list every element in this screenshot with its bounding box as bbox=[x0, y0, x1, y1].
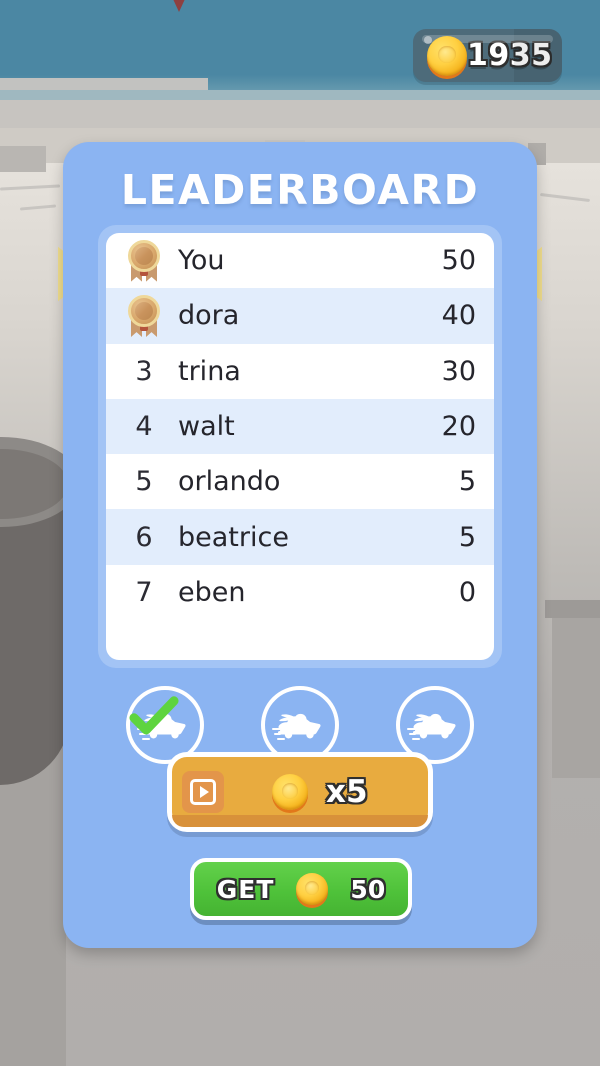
player-name: dora bbox=[172, 300, 420, 331]
medal-icon bbox=[127, 295, 161, 337]
coin-balance-hud: 1935 bbox=[413, 29, 562, 82]
play-triangle bbox=[200, 786, 209, 798]
watch-ad-reward-button[interactable]: x5 bbox=[167, 752, 433, 832]
coin-icon bbox=[272, 774, 308, 810]
rank-cell bbox=[116, 240, 172, 282]
player-score: 40 bbox=[420, 300, 476, 331]
player-name: orlando bbox=[172, 466, 420, 497]
ad-button-shade bbox=[172, 815, 428, 827]
player-score: 5 bbox=[420, 466, 476, 497]
leaderboard-row: 6beatrice5 bbox=[106, 509, 494, 564]
winged-car-shape bbox=[137, 705, 193, 745]
ad-multiplier-label: x5 bbox=[326, 774, 368, 810]
player-score: 50 bbox=[420, 245, 476, 276]
location-marker-icon bbox=[167, 0, 191, 12]
video-ad-frame bbox=[190, 779, 216, 805]
player-name: trina bbox=[172, 356, 420, 387]
ground-ledge bbox=[552, 618, 600, 778]
video-ad-icon bbox=[182, 771, 224, 813]
leaderboard-row: You50 bbox=[106, 233, 494, 288]
player-score: 30 bbox=[420, 356, 476, 387]
player-score: 0 bbox=[420, 577, 476, 608]
medal-disc bbox=[128, 295, 160, 327]
rank-cell: 4 bbox=[116, 411, 172, 442]
page-title: LEADERBOARD bbox=[63, 166, 537, 214]
rank-cell: 7 bbox=[116, 577, 172, 608]
winged-car-shape bbox=[407, 705, 463, 745]
medal-icon bbox=[127, 240, 161, 282]
player-score: 20 bbox=[420, 411, 476, 442]
player-name: You bbox=[172, 245, 420, 276]
coin-icon bbox=[296, 873, 328, 905]
leaderboard-row: 7eben0 bbox=[106, 565, 494, 620]
leaderboard-row: 4walt20 bbox=[106, 399, 494, 454]
leaderboard-row: dora40 bbox=[106, 288, 494, 343]
player-name: beatrice bbox=[172, 522, 420, 553]
leaderboard-row: 3trina30 bbox=[106, 344, 494, 399]
get-button-label: GET bbox=[217, 875, 275, 904]
leaderboard-list-container: You50dora403trina304walt205orlando56beat… bbox=[98, 225, 502, 668]
medal-disc bbox=[128, 240, 160, 272]
player-name: eben bbox=[172, 577, 420, 608]
rank-cell: 3 bbox=[116, 356, 172, 387]
leaderboard-row: 5orlando5 bbox=[106, 454, 494, 509]
leaderboard-rows: You50dora403trina304walt205orlando56beat… bbox=[106, 233, 494, 660]
get-reward-button[interactable]: GET 50 bbox=[190, 858, 412, 920]
ground-block bbox=[0, 146, 46, 172]
player-name: walt bbox=[172, 411, 420, 442]
rank-cell: 5 bbox=[116, 466, 172, 497]
get-button-amount: 50 bbox=[350, 875, 385, 904]
coin-icon bbox=[427, 36, 467, 76]
winged-car-shape bbox=[272, 705, 328, 745]
rank-cell bbox=[116, 295, 172, 337]
leaderboard-panel: LEADERBOARD You50dora403trina304walt205o… bbox=[63, 142, 537, 948]
rank-cell: 6 bbox=[116, 522, 172, 553]
player-score: 5 bbox=[420, 522, 476, 553]
ground-ledge-top bbox=[545, 600, 600, 618]
